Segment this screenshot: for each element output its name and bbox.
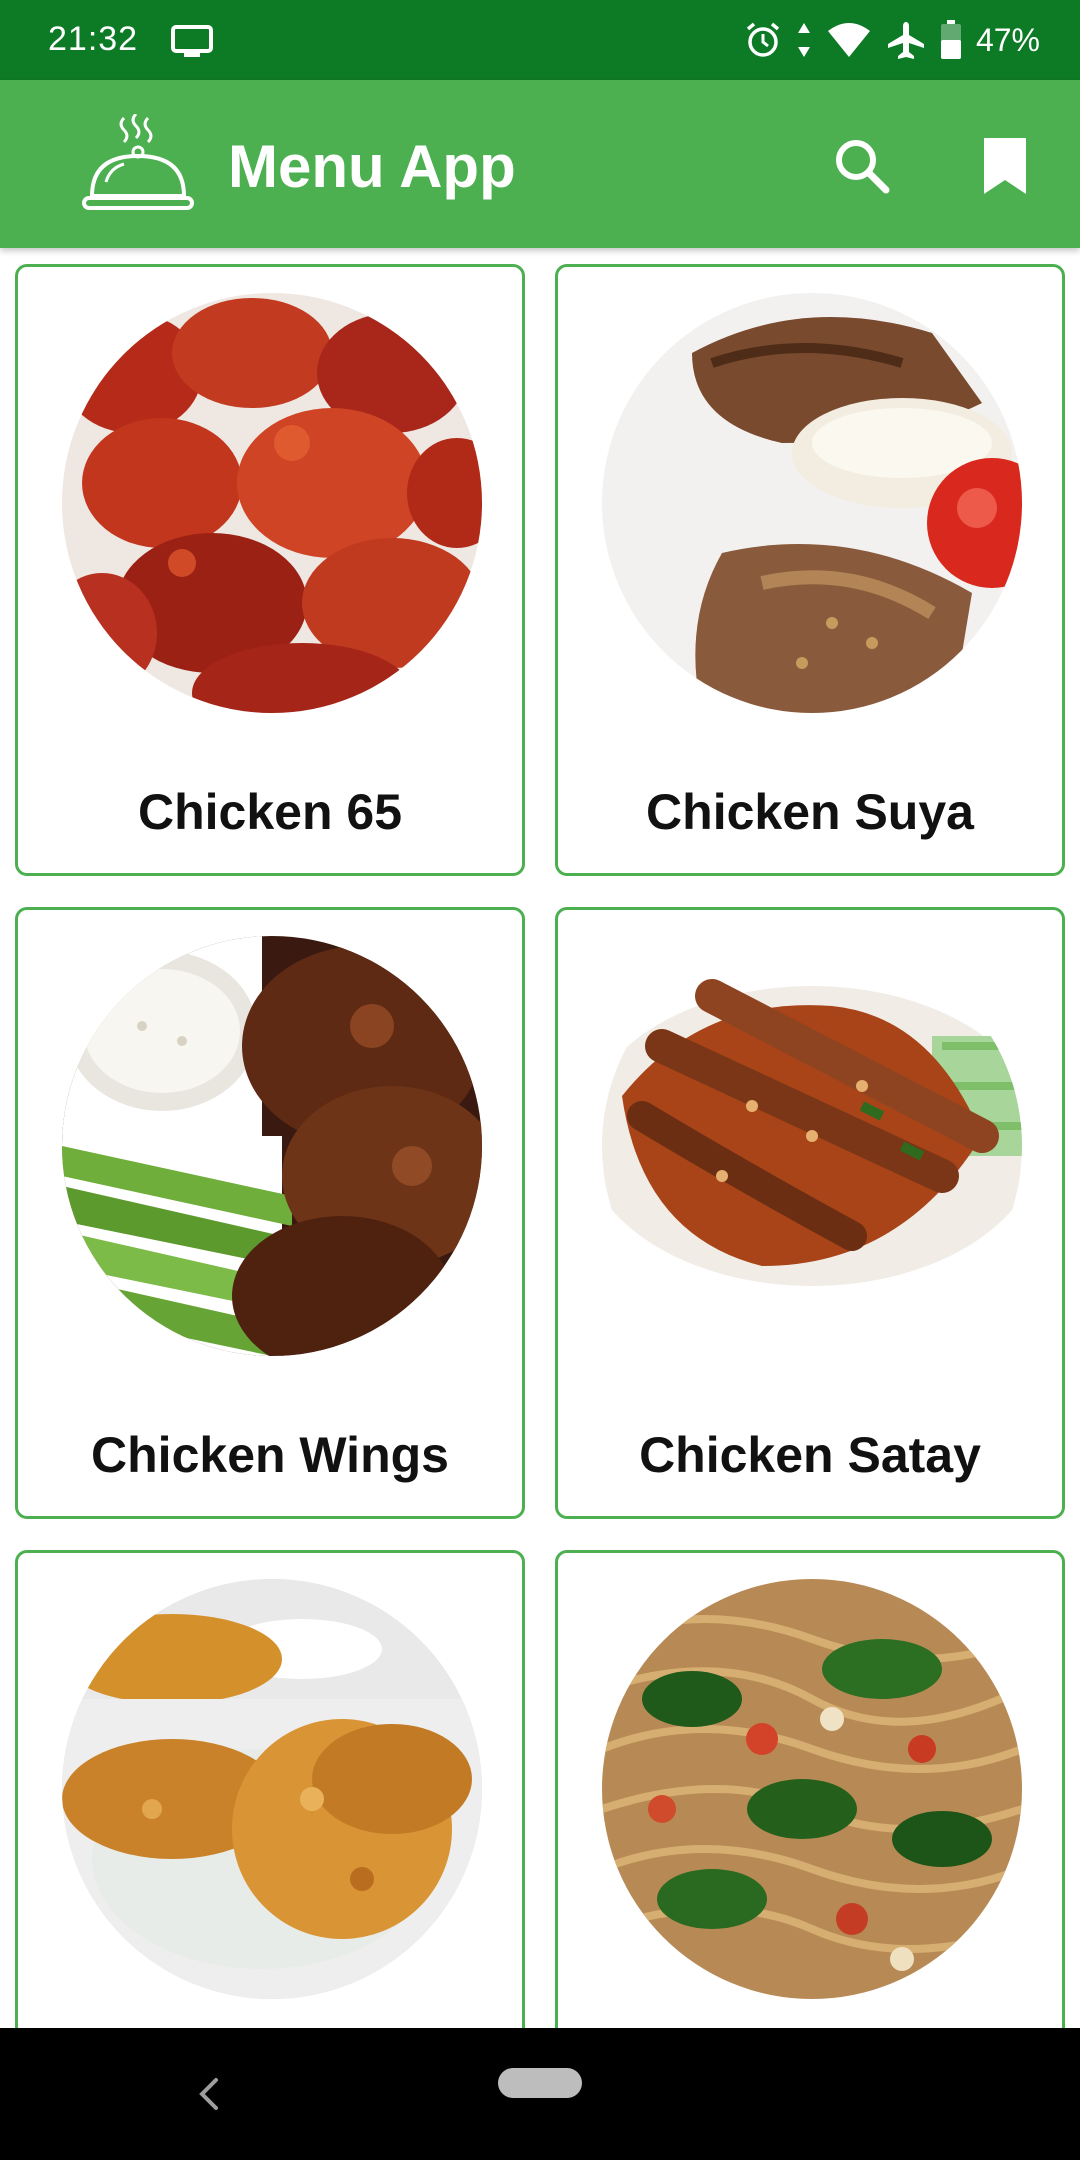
dish-image xyxy=(602,1579,1022,1999)
status-bar: 21:32 47% xyxy=(0,0,1080,80)
menu-card-chicken-wings[interactable]: Chicken Wings xyxy=(15,907,525,1519)
dish-image xyxy=(602,293,1022,713)
status-time: 21:32 xyxy=(48,20,139,58)
dish-image xyxy=(62,1579,482,1999)
home-pill-icon[interactable] xyxy=(498,2068,582,2098)
dish-image xyxy=(602,936,1022,1356)
dish-name: Chicken 65 xyxy=(137,784,402,840)
alarm-icon xyxy=(746,22,780,57)
menu-card-chicken-satay[interactable]: Chicken Satay xyxy=(555,907,1065,1519)
app-bar: Menu App xyxy=(0,80,1080,248)
food-cloche-icon xyxy=(82,114,194,210)
navigation-bar xyxy=(0,2028,1080,2160)
status-icons: 47% xyxy=(744,18,1040,62)
dish-image xyxy=(62,936,482,1356)
search-icon[interactable] xyxy=(832,136,892,196)
cast-icon xyxy=(171,25,213,57)
back-icon[interactable] xyxy=(190,2072,230,2116)
battery-percent: 47% xyxy=(975,21,1040,58)
data-arrows-icon xyxy=(797,23,810,57)
bookmark-icon[interactable] xyxy=(980,134,1030,198)
menu-grid: Chicken 65 Chicken Suya Chicken Wings Ch… xyxy=(0,248,1080,2028)
dish-name: Chicken Wings xyxy=(91,1427,449,1483)
app-title: Menu App xyxy=(228,133,516,200)
dish-image xyxy=(62,293,482,713)
airplane-icon xyxy=(887,22,924,59)
menu-card[interactable] xyxy=(15,1550,525,2028)
menu-card[interactable] xyxy=(555,1550,1065,2028)
battery-icon xyxy=(940,20,961,59)
dish-name: Chicken Satay xyxy=(639,1427,981,1483)
wifi-icon xyxy=(827,23,870,57)
dish-name: Chicken Suya xyxy=(646,784,974,840)
menu-card-chicken-65[interactable]: Chicken 65 xyxy=(15,264,525,876)
menu-card-chicken-suya[interactable]: Chicken Suya xyxy=(555,264,1065,876)
